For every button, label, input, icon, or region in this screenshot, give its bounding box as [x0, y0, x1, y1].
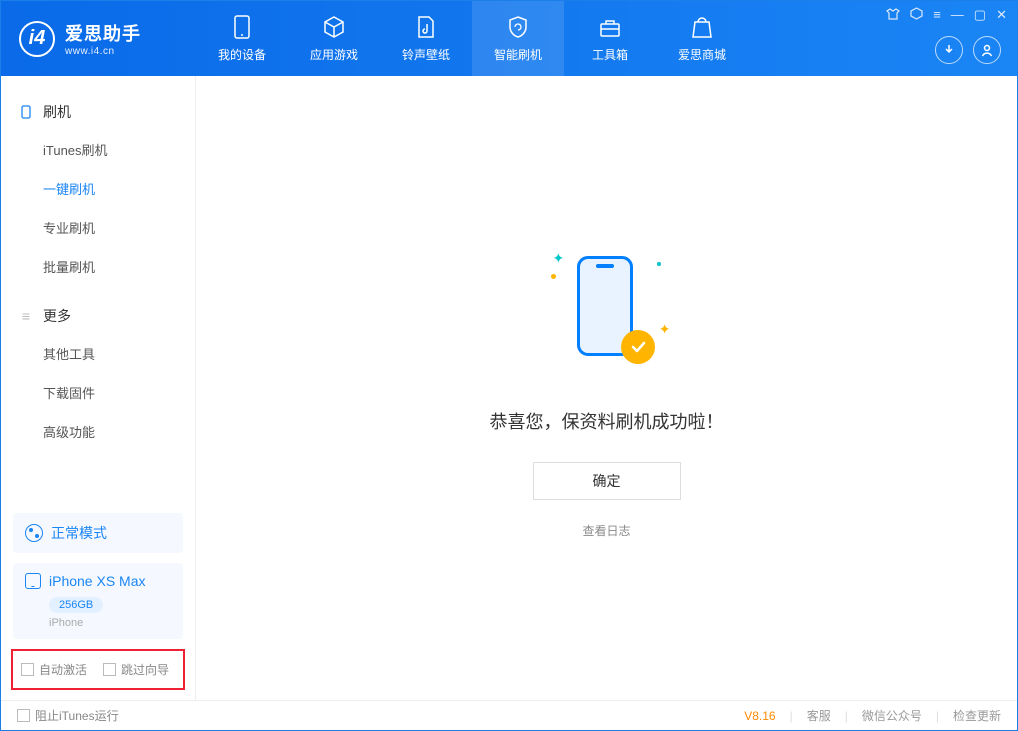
tab-ringtones-wallpapers[interactable]: 铃声壁纸 — [380, 1, 472, 76]
footer-link-wechat[interactable]: 微信公众号 — [862, 707, 922, 724]
sidebar-item-other-tools[interactable]: 其他工具 — [1, 334, 195, 373]
dot-icon — [551, 274, 556, 279]
close-button[interactable]: ✕ — [996, 7, 1007, 24]
group-flash: 刷机 — [1, 94, 195, 130]
sidebar-item-advanced[interactable]: 高级功能 — [1, 412, 195, 451]
dot-icon — [657, 262, 661, 266]
ok-button[interactable]: 确定 — [533, 462, 681, 500]
success-message: 恭喜您，保资料刷机成功啦！ — [490, 408, 724, 434]
mode-icon — [25, 524, 43, 542]
checkbox-skip-guide[interactable]: 跳过向导 — [103, 661, 169, 678]
app-title: 爱思助手 — [65, 20, 141, 46]
sidebar: 刷机 iTunes刷机 一键刷机 专业刷机 批量刷机 ≡ 更多 其他工具 下载固… — [1, 76, 196, 700]
separator: | — [936, 709, 939, 723]
sparkle-icon: ✦ — [553, 250, 565, 267]
mode-box[interactable]: 正常模式 — [13, 513, 183, 553]
tab-smart-flash[interactable]: 智能刷机 — [472, 1, 564, 76]
cube-icon — [322, 14, 346, 40]
shield-refresh-icon — [506, 14, 530, 40]
toolbox-icon — [598, 14, 622, 40]
nav: 刷机 iTunes刷机 一键刷机 专业刷机 批量刷机 ≡ 更多 其他工具 下载固… — [1, 76, 195, 513]
success-illustration: ✦ ✦ — [537, 238, 677, 378]
menu-icon[interactable]: ≡ — [933, 7, 941, 24]
window-controls: ≡ — ▢ ✕ — [886, 7, 1007, 24]
checkbox-box — [103, 663, 116, 676]
main-panel: ✦ ✦ 恭喜您，保资料刷机成功啦！ 确定 查看日志 — [196, 76, 1017, 700]
sidebar-item-oneclick-flash[interactable]: 一键刷机 — [1, 169, 195, 208]
logo-area: i4 爱思助手 www.i4.cn — [1, 20, 196, 57]
sparkle-icon: ✦ — [659, 321, 671, 338]
tab-store[interactable]: 爱思商城 — [656, 1, 748, 76]
footer-link-support[interactable]: 客服 — [807, 707, 831, 724]
top-tabs: 我的设备 应用游戏 铃声壁纸 智能刷机 工具箱 爱思商城 — [196, 1, 748, 76]
minimize-button[interactable]: — — [951, 7, 964, 24]
header-right: ≡ — ▢ ✕ — [876, 1, 1017, 76]
logo-icon: i4 — [19, 21, 55, 57]
checkbox-box — [17, 709, 30, 722]
checkbox-block-itunes[interactable]: 阻止iTunes运行 — [17, 707, 119, 724]
footer-link-update[interactable]: 检查更新 — [953, 707, 1001, 724]
separator: | — [790, 709, 793, 723]
user-button[interactable] — [973, 36, 1001, 64]
view-log-link[interactable]: 查看日志 — [582, 522, 630, 539]
app-window: i4 爱思助手 www.i4.cn 我的设备 应用游戏 铃声壁纸 智能刷机 — [0, 0, 1018, 731]
group-title: 刷机 — [43, 102, 71, 122]
body: 刷机 iTunes刷机 一键刷机 专业刷机 批量刷机 ≡ 更多 其他工具 下载固… — [1, 76, 1017, 700]
sidebar-item-itunes-flash[interactable]: iTunes刷机 — [1, 130, 195, 169]
version-label: V8.16 — [744, 709, 775, 723]
tab-label: 应用游戏 — [310, 46, 358, 63]
device-type: iPhone — [49, 617, 171, 629]
footer: 阻止iTunes运行 V8.16 | 客服 | 微信公众号 | 检查更新 — [1, 700, 1017, 730]
checkbox-label: 阻止iTunes运行 — [35, 707, 119, 724]
sidebar-item-pro-flash[interactable]: 专业刷机 — [1, 208, 195, 247]
tab-toolbox[interactable]: 工具箱 — [564, 1, 656, 76]
check-badge-icon — [621, 330, 655, 364]
options-highlight: 自动激活 跳过向导 — [11, 649, 185, 690]
tab-my-device[interactable]: 我的设备 — [196, 1, 288, 76]
device-icon — [25, 573, 41, 589]
list-icon: ≡ — [19, 309, 33, 323]
separator: | — [845, 709, 848, 723]
device-name: iPhone XS Max — [49, 573, 146, 589]
tab-label: 铃声壁纸 — [402, 46, 450, 63]
header-actions — [935, 36, 1007, 70]
music-file-icon — [416, 14, 436, 40]
shirt-icon[interactable] — [886, 7, 900, 24]
device-box[interactable]: iPhone XS Max 256GB iPhone — [13, 563, 183, 639]
header: i4 爱思助手 www.i4.cn 我的设备 应用游戏 铃声壁纸 智能刷机 — [1, 1, 1017, 76]
maximize-button[interactable]: ▢ — [974, 7, 986, 24]
checkbox-box — [21, 663, 34, 676]
app-subtitle: www.i4.cn — [65, 46, 141, 57]
tab-label: 爱思商城 — [678, 46, 726, 63]
cube-small-icon[interactable] — [910, 7, 923, 24]
checkbox-label: 跳过向导 — [121, 661, 169, 678]
shopping-bag-icon — [691, 14, 713, 40]
checkbox-label: 自动激活 — [39, 661, 87, 678]
tab-label: 我的设备 — [218, 46, 266, 63]
device-capacity: 256GB — [49, 597, 103, 613]
sidebar-item-download-firmware[interactable]: 下载固件 — [1, 373, 195, 412]
group-more: ≡ 更多 — [1, 298, 195, 334]
phone-icon — [234, 14, 250, 40]
download-button[interactable] — [935, 36, 963, 64]
phone-small-icon — [19, 105, 33, 119]
tab-label: 工具箱 — [592, 46, 628, 63]
tab-apps-games[interactable]: 应用游戏 — [288, 1, 380, 76]
sidebar-item-batch-flash[interactable]: 批量刷机 — [1, 247, 195, 286]
mode-label: 正常模式 — [51, 523, 107, 543]
group-title: 更多 — [43, 306, 71, 326]
tab-label: 智能刷机 — [494, 46, 542, 63]
checkbox-auto-activate[interactable]: 自动激活 — [21, 661, 87, 678]
